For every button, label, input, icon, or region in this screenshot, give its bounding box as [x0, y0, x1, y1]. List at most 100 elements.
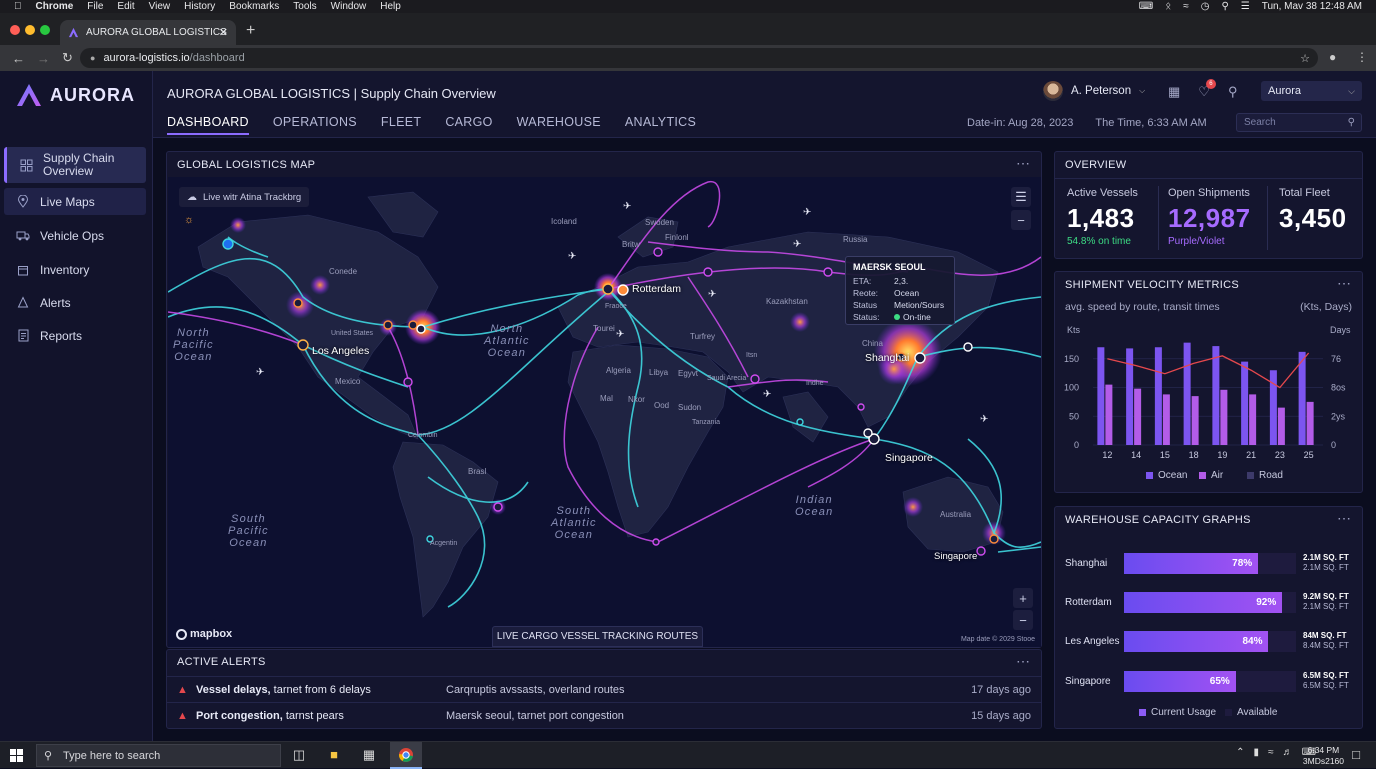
close-tab-icon[interactable]: ✕ — [219, 26, 228, 39]
menu-app[interactable]: Chrome — [36, 1, 74, 12]
kpi-total-fleet[interactable]: Total Fleet 3,450 — [1279, 187, 1347, 234]
network-icon[interactable]: ≈ — [1268, 747, 1274, 758]
menu-window[interactable]: Window — [331, 1, 367, 12]
search-input[interactable]: Search ⚲ — [1236, 113, 1362, 132]
alert-row[interactable]: ▲ Port congestion, tarnst pears Maersk s… — [167, 702, 1041, 728]
bar-ocean[interactable] — [1298, 351, 1306, 445]
keyboard-icon[interactable]: ⌨ — [1139, 1, 1153, 12]
more-options-icon[interactable]: ⋯ — [1016, 653, 1031, 670]
sidebar-item-live-maps[interactable]: Live Maps — [4, 188, 146, 215]
bar-ocean[interactable] — [1212, 346, 1220, 445]
tab-operations[interactable]: OPERATIONS — [273, 115, 357, 135]
bar-ocean[interactable] — [1097, 347, 1105, 445]
sidebar-item-supply-chain-overview[interactable]: Supply Chain Overview — [4, 147, 146, 183]
notification-bell-icon[interactable]: ♡ 6 — [1198, 79, 1216, 100]
address-bar[interactable]: ● aurora-logistics.io /dashboard ☆ — [80, 48, 1318, 68]
browser-menu-icon[interactable]: ⋮ — [1356, 50, 1368, 64]
sidebar-item-alerts[interactable]: Alerts — [4, 289, 146, 316]
live-tracking-chip[interactable]: ☁ Live witr Atina Trackbrg — [179, 187, 310, 207]
menu-view[interactable]: View — [149, 1, 171, 12]
calendar-icon[interactable]: ▦ — [1168, 84, 1180, 100]
battery-icon[interactable]: ▮ — [1254, 747, 1260, 758]
warehouse-row-rotterdam[interactable]: Rotterdam 92% 9.2M SQ. FT 2.1M SQ. FT — [1065, 592, 1355, 614]
bar-air[interactable] — [1105, 384, 1113, 445]
bar-air[interactable] — [1249, 394, 1257, 445]
store-icon[interactable]: ▦ — [361, 747, 377, 763]
bar-air[interactable] — [1277, 407, 1285, 445]
forward-icon[interactable]: → — [37, 51, 50, 66]
profile-icon[interactable]: ● — [1329, 50, 1336, 64]
sidebar-item-reports[interactable]: Reports — [4, 322, 146, 349]
minimize-window-button[interactable] — [25, 25, 35, 35]
kpi-open-shipments[interactable]: Open Shipments 12,987 Purple/Violet — [1168, 187, 1251, 247]
user-menu[interactable]: A. Peterson ⌵ — [1043, 81, 1145, 101]
tab-cargo[interactable]: CARGO — [445, 115, 492, 135]
spotlight-icon[interactable]: ⚲ — [1221, 1, 1228, 12]
tab-analytics[interactable]: ANALYTICS — [625, 115, 696, 135]
browser-tab[interactable]: AURORA GLOBAL LOGISTICS ✕ — [60, 20, 236, 45]
more-options-icon[interactable]: ⋯ — [1337, 510, 1352, 527]
warehouse-row-shanghai[interactable]: Shanghai 78% 2.1M SQ. FT 2.1M SQ. FT — [1065, 553, 1355, 575]
reload-icon[interactable]: ↻ — [62, 50, 73, 66]
tab-warehouse[interactable]: WAREHOUSE — [517, 115, 601, 135]
collapse-map-button[interactable]: − — [1011, 210, 1031, 230]
legend-current-usage[interactable]: Current Usage — [1139, 707, 1216, 718]
bluetooth-icon[interactable]: ᛟ — [1165, 1, 1171, 12]
tab-fleet[interactable]: FLEET — [381, 115, 421, 135]
task-view-icon[interactable]: ◫ — [291, 747, 307, 763]
tab-dashboard[interactable]: DASHBOARD — [167, 115, 249, 135]
new-tab-button[interactable]: + — [246, 22, 255, 40]
control-center-icon[interactable]: ☰ — [1241, 1, 1250, 12]
city-label-los-angeles[interactable]: Los Angeles — [312, 345, 369, 357]
bar-air[interactable] — [1220, 389, 1228, 445]
bar-air[interactable] — [1134, 388, 1142, 445]
clock-icon[interactable]: ◷ — [1201, 1, 1210, 12]
warehouse-row-los-angeles[interactable]: Les Angeles 84% 84M SQ. FT 8.4M SQ. FT — [1065, 631, 1355, 653]
windows-start-icon[interactable] — [10, 749, 23, 762]
notification-center-icon[interactable]: □ — [1348, 747, 1364, 763]
menu-edit[interactable]: Edit — [117, 1, 134, 12]
chevron-up-icon[interactable]: ⌃ — [1236, 747, 1244, 758]
taskbar-clock[interactable]: 6:34 PM 3MDs2160 — [1303, 745, 1344, 767]
tracking-routes-button[interactable]: LIVE CARGO VESSEL TRACKING ROUTES — [492, 626, 703, 647]
brand-logo[interactable]: AURORA — [16, 83, 135, 107]
apple-icon[interactable]:  — [14, 1, 22, 12]
layers-icon[interactable]: ☰ — [1011, 187, 1031, 207]
close-window-button[interactable] — [10, 25, 20, 35]
legend-available[interactable]: Available — [1225, 707, 1277, 718]
taskbar-search-input[interactable]: ⚲ Type here to search — [36, 744, 281, 767]
city-label-shanghai[interactable]: Shanghai — [865, 352, 909, 364]
city-label-singapore[interactable]: Singapore — [885, 452, 933, 464]
bar-ocean[interactable] — [1183, 342, 1191, 445]
menu-bookmarks[interactable]: Bookmarks — [229, 1, 279, 12]
bookmark-star-icon[interactable]: ☆ — [1300, 52, 1310, 65]
account-select[interactable]: Aurora ⌵ — [1261, 81, 1362, 101]
back-icon[interactable]: ← — [12, 51, 25, 66]
logistics-map[interactable]: ✈ ✈ ✈ ✈ ✈ ✈ ✈ ✈ ✈ ☁ Live witr Atina Trackbrg… — [168, 177, 1041, 647]
menu-clock[interactable]: Tun, Mav 38 12:48 AM — [1262, 1, 1362, 12]
zoom-in-button[interactable]: + — [1013, 588, 1033, 608]
bar-ocean[interactable] — [1154, 347, 1162, 445]
sidebar-item-vehicle-ops[interactable]: Vehicle Ops — [4, 222, 146, 249]
file-explorer-icon[interactable]: ■ — [326, 747, 342, 763]
menu-tools[interactable]: Tools — [293, 1, 316, 12]
velocity-chart[interactable]: Kts Days 0 0 50 2ys 100 8os 150 76 12 14 15 18 19 21… — [1055, 272, 1362, 492]
bar-air[interactable] — [1306, 401, 1314, 445]
zoom-out-button[interactable]: − — [1013, 610, 1033, 630]
menu-file[interactable]: File — [87, 1, 103, 12]
city-label-rotterdam[interactable]: Rotterdam — [632, 283, 681, 295]
alert-row[interactable]: ▲ Vessel delays, tarnet from 6 delays Ca… — [167, 676, 1041, 702]
bar-air[interactable] — [1162, 394, 1170, 445]
menu-help[interactable]: Help — [380, 1, 401, 12]
bar-ocean[interactable] — [1241, 361, 1249, 445]
legend-air[interactable]: Air — [1199, 470, 1223, 481]
search-icon[interactable]: ⚲ — [1228, 84, 1238, 100]
volume-icon[interactable]: ♬ — [1283, 747, 1293, 758]
maximize-window-button[interactable] — [40, 25, 50, 35]
more-options-icon[interactable]: ⋯ — [1016, 155, 1031, 172]
sidebar-item-inventory[interactable]: Inventory — [4, 256, 146, 283]
legend-ocean[interactable]: Ocean — [1146, 470, 1187, 481]
chrome-taskbar-icon[interactable] — [390, 742, 422, 769]
legend-road[interactable]: Road — [1247, 470, 1283, 481]
warehouse-row-singapore[interactable]: Singapore 65% 6.5M SQ. FT 6.5M SQ. FT — [1065, 671, 1355, 693]
